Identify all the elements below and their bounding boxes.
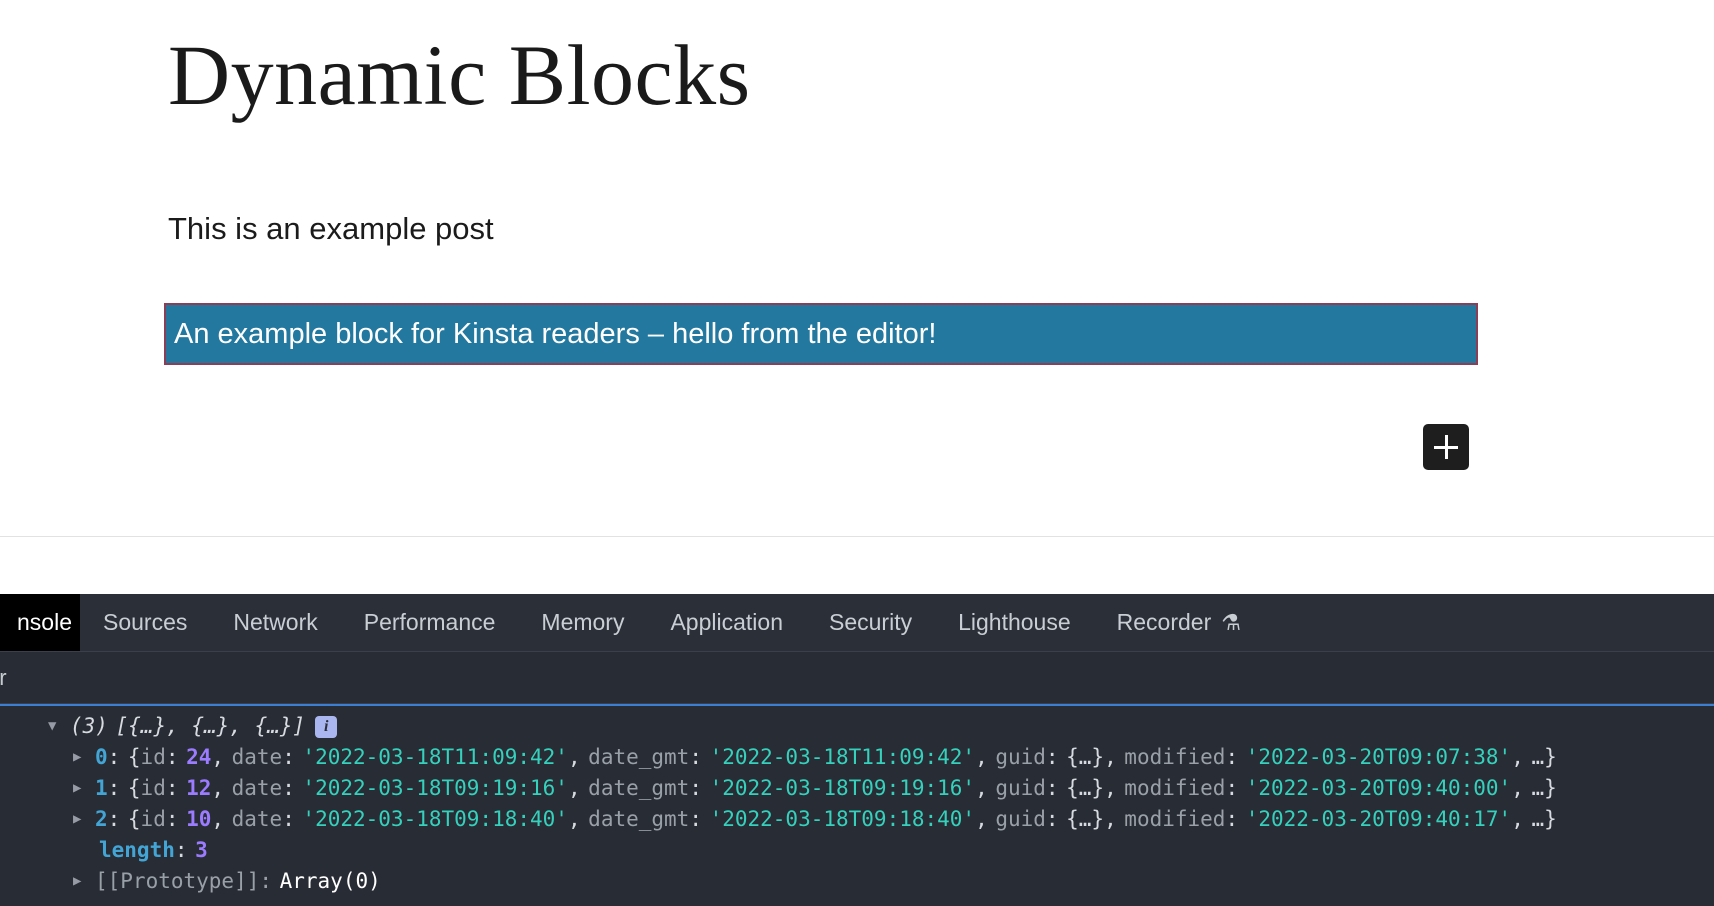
key-id: id — [141, 742, 166, 773]
key-guid: guid — [995, 742, 1046, 773]
tab-application[interactable]: Application — [647, 594, 806, 651]
console-array-header[interactable]: (3) [{…}, {…}, {…}] i — [0, 711, 1714, 742]
chevron-right-icon[interactable] — [73, 773, 95, 804]
chevron-right-icon[interactable] — [73, 804, 95, 835]
key-date-gmt: date_gmt — [588, 773, 689, 804]
tab-security-label: Security — [829, 609, 912, 636]
value-id: 24 — [186, 742, 211, 773]
tab-network[interactable]: Network — [210, 594, 340, 651]
value-modified: '2022-03-20T09:40:17' — [1246, 804, 1512, 835]
console-length-row: length:3 — [0, 835, 1714, 866]
tab-recorder-label: Recorder — [1117, 609, 1212, 636]
console-prototype-row[interactable]: [[Prototype]]:Array(0) — [0, 866, 1714, 897]
devtools-tabbar: nsole Sources Network Performance Memory… — [0, 594, 1714, 652]
key-modified: modified — [1124, 804, 1225, 835]
entry-ellipsis: …} — [1531, 773, 1556, 804]
chevron-right-icon[interactable] — [73, 742, 95, 773]
array-preview: [{…}, {…}, {…}] — [116, 711, 306, 742]
tab-sources-label: Sources — [103, 609, 187, 636]
length-value: 3 — [195, 835, 208, 866]
value-id: 12 — [186, 773, 211, 804]
console-array-item[interactable]: 2:{id:10,date:'2022-03-18T09:18:40',date… — [0, 804, 1714, 835]
tab-console[interactable]: nsole — [0, 594, 80, 651]
item-index: 2 — [95, 804, 108, 835]
entry-ellipsis: …} — [1531, 804, 1556, 835]
open-brace: { — [128, 804, 141, 835]
canvas-divider — [0, 536, 1714, 537]
prototype-key: [[Prototype]] — [95, 866, 259, 897]
value-date-gmt: '2022-03-18T11:09:42' — [710, 742, 976, 773]
tab-performance[interactable]: Performance — [341, 594, 519, 651]
value-guid: {…} — [1066, 804, 1104, 835]
dynamic-block-selected[interactable]: An example block for Kinsta readers – he… — [164, 303, 1478, 365]
value-guid: {…} — [1066, 773, 1104, 804]
tab-sources[interactable]: Sources — [80, 594, 210, 651]
tab-lighthouse[interactable]: Lighthouse — [935, 594, 1094, 651]
key-id: id — [141, 804, 166, 835]
devtools-panel: nsole Sources Network Performance Memory… — [0, 594, 1714, 906]
chevron-right-icon[interactable] — [73, 866, 95, 897]
array-count: (3) — [70, 711, 108, 742]
key-guid: guid — [995, 773, 1046, 804]
page-title[interactable]: Dynamic Blocks — [168, 28, 751, 123]
value-id: 10 — [186, 804, 211, 835]
open-brace: { — [128, 773, 141, 804]
value-date-gmt: '2022-03-18T09:18:40' — [710, 804, 976, 835]
value-date: '2022-03-18T11:09:42' — [302, 742, 568, 773]
browser-window: Dynamic Blocks This is an example post A… — [0, 0, 1714, 906]
console-output: (3) [{…}, {…}, {…}] i 0:{id:24,date:'202… — [0, 704, 1714, 906]
console-filter-bar — [0, 652, 1714, 704]
tab-performance-label: Performance — [364, 609, 496, 636]
value-modified: '2022-03-20T09:40:00' — [1246, 773, 1512, 804]
chevron-down-icon[interactable] — [48, 711, 70, 742]
length-key: length — [99, 835, 175, 866]
tab-memory[interactable]: Memory — [518, 594, 647, 651]
block-inserter-button[interactable] — [1423, 424, 1469, 470]
key-id: id — [141, 773, 166, 804]
editor-canvas: Dynamic Blocks This is an example post A… — [0, 0, 1714, 538]
key-date-gmt: date_gmt — [588, 804, 689, 835]
console-filter-input[interactable] — [0, 665, 336, 691]
tab-recorder[interactable]: Recorder ⚗ — [1094, 594, 1264, 651]
key-date: date — [232, 773, 283, 804]
tab-application-label: Application — [670, 609, 783, 636]
key-date-gmt: date_gmt — [588, 742, 689, 773]
value-date-gmt: '2022-03-18T09:19:16' — [710, 773, 976, 804]
open-brace: { — [128, 742, 141, 773]
tab-memory-label: Memory — [541, 609, 624, 636]
key-modified: modified — [1124, 742, 1225, 773]
item-index: 1 — [95, 773, 108, 804]
key-guid: guid — [995, 804, 1046, 835]
entry-ellipsis: …} — [1531, 742, 1556, 773]
console-array-item[interactable]: 1:{id:12,date:'2022-03-18T09:19:16',date… — [0, 773, 1714, 804]
post-paragraph[interactable]: This is an example post — [168, 207, 494, 250]
key-date: date — [232, 804, 283, 835]
tab-security[interactable]: Security — [806, 594, 935, 651]
plus-icon-vertical — [1445, 435, 1448, 459]
dynamic-block-text: An example block for Kinsta readers – he… — [174, 317, 936, 352]
tab-network-label: Network — [233, 609, 317, 636]
info-badge[interactable]: i — [315, 716, 337, 738]
key-modified: modified — [1124, 773, 1225, 804]
value-modified: '2022-03-20T09:07:38' — [1246, 742, 1512, 773]
value-date: '2022-03-18T09:18:40' — [302, 804, 568, 835]
item-index: 0 — [95, 742, 108, 773]
tab-console-label: nsole — [17, 609, 72, 636]
value-guid: {…} — [1066, 742, 1104, 773]
tab-lighthouse-label: Lighthouse — [958, 609, 1071, 636]
key-date: date — [232, 742, 283, 773]
prototype-value: Array(0) — [280, 866, 381, 897]
console-array-item[interactable]: 0:{id:24,date:'2022-03-18T11:09:42',date… — [0, 742, 1714, 773]
value-date: '2022-03-18T09:19:16' — [302, 773, 568, 804]
flask-icon: ⚗ — [1221, 612, 1241, 634]
